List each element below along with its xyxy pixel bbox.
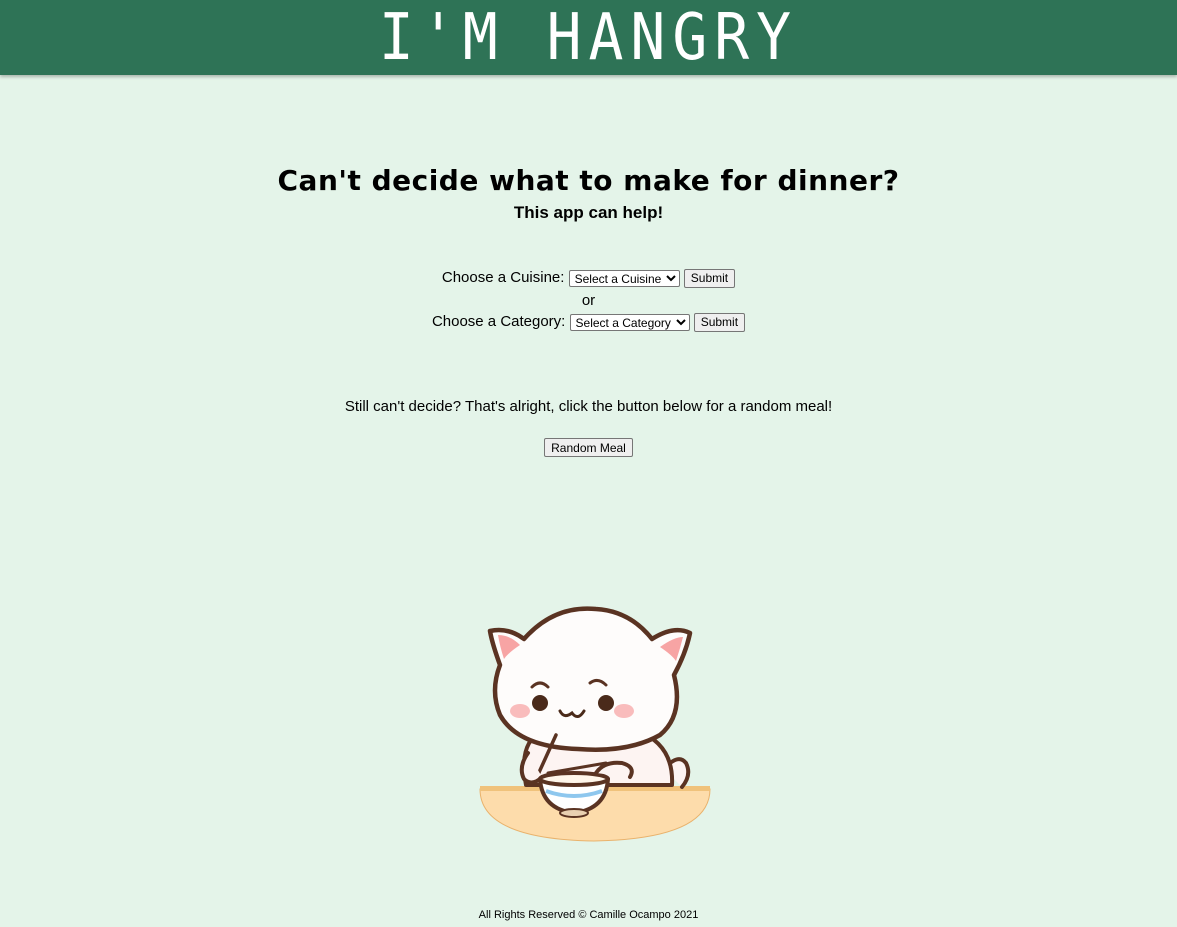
site-header: I'M HANGRY xyxy=(0,0,1177,75)
cat-eating-illustration xyxy=(479,606,711,842)
random-meal-prompt: Still can't decide? That's alright, clic… xyxy=(344,398,833,415)
page-headline: Can't decide what to make for dinner? xyxy=(277,164,900,197)
category-label: Choose a Category: xyxy=(431,313,566,331)
random-meal-row: Random Meal xyxy=(0,437,1177,457)
cuisine-label: Choose a Cuisine: xyxy=(441,269,565,287)
random-meal-button[interactable]: Random Meal xyxy=(544,438,633,457)
category-form: Choose a Category: Select a Category Sub… xyxy=(0,312,1177,332)
cuisine-submit-button[interactable]: Submit xyxy=(683,268,736,288)
category-select[interactable]: Select a Category xyxy=(569,313,690,331)
site-title: I'M HANGRY xyxy=(378,0,799,75)
or-separator: or xyxy=(581,292,596,309)
site-footer: All Rights Reserved © Camille Ocampo 202… xyxy=(478,909,699,921)
cuisine-form: Choose a Cuisine: Select a Cuisine Submi… xyxy=(0,268,1177,288)
cuisine-select[interactable]: Select a Cuisine xyxy=(568,269,680,287)
page-subhead: This app can help! xyxy=(513,203,664,222)
category-submit-button[interactable]: Submit xyxy=(693,312,746,332)
